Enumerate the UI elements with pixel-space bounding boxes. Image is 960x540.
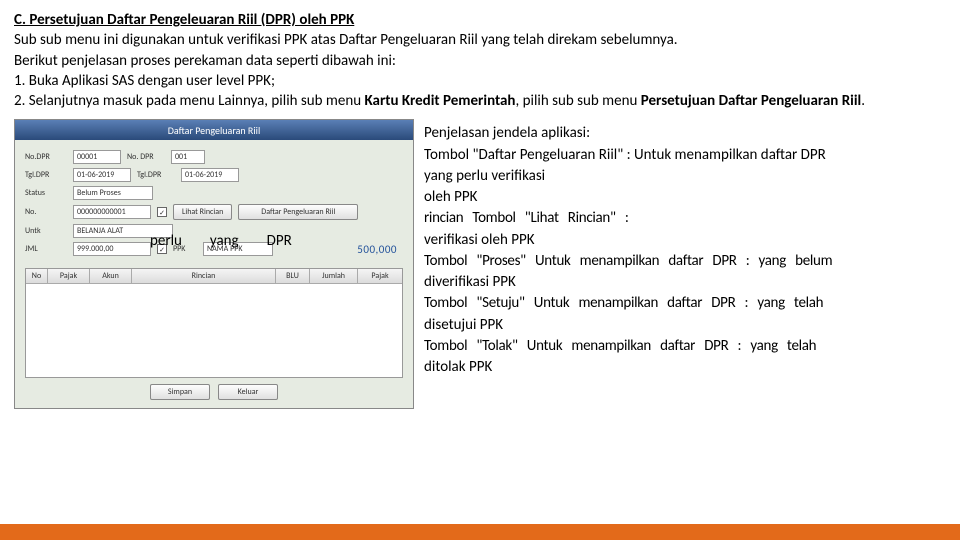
- explanation-block: Penjelasan jendela aplikasi: Tombol "Daf…: [424, 119, 946, 409]
- input-dpr-no2[interactable]: 001: [171, 150, 205, 164]
- explain-l4: oleh PPK: [424, 187, 946, 207]
- input-jml[interactable]: 999.000,00: [73, 242, 151, 256]
- window-title: Daftar Pengeluaran Riil: [168, 124, 261, 137]
- explain-l1: Penjelasan jendela aplikasi:: [424, 123, 946, 143]
- label-tgl: Tgl.DPR: [25, 170, 67, 180]
- input-tgl2[interactable]: 01-06-2019: [181, 168, 239, 182]
- intro-line-1: Sub sub menu ini digunakan untuk verifik…: [14, 30, 946, 50]
- simpan-button[interactable]: Simpan: [150, 384, 210, 400]
- explain-l6: verifikasi oleh PPK: [424, 230, 946, 250]
- input-dpr-no[interactable]: 00001: [73, 150, 121, 164]
- instruction-text: C. Persetujuan Daftar Pengeleuaran Riil …: [0, 0, 960, 115]
- total-value: 500,000: [279, 243, 403, 256]
- col-pajak1: Pajak: [48, 269, 90, 283]
- checkbox-ppk[interactable]: ✓: [157, 244, 167, 254]
- daftar-pengeluaran-button[interactable]: Daftar Pengeluaran Riil: [238, 204, 358, 220]
- explain-l9: Tombol "Setuju" Untuk menampilkan daftar…: [424, 293, 946, 313]
- label-jml: JML: [25, 244, 67, 254]
- input-no[interactable]: 000000000001: [73, 205, 151, 219]
- col-pajak2: Pajak: [358, 269, 402, 283]
- intro-line-3: 1. Buka Aplikasi SAS dengan user level P…: [14, 71, 946, 91]
- input-utk[interactable]: BELANJA ALAT: [73, 224, 173, 238]
- col-blu: BLU: [276, 269, 310, 283]
- explain-l5: rincian Tombol "Lihat Rincian" :: [424, 208, 946, 228]
- window-titlebar: Daftar Pengeluaran Riil: [15, 120, 413, 140]
- col-jumlah: Jumlah: [310, 269, 358, 283]
- explain-l10: disetujui PPK: [424, 315, 946, 335]
- label-dpr-no2: No. DPR: [127, 152, 165, 162]
- label-utk: Untk: [25, 226, 67, 236]
- input-ppk[interactable]: NAMA PPK: [203, 242, 273, 256]
- intro-line-4: 2. Selanjutnya masuk pada menu Lainnya, …: [14, 91, 946, 111]
- label-status: Status: [25, 188, 67, 198]
- col-rincian: Rincian: [132, 269, 276, 283]
- section-heading: C. Persetujuan Daftar Pengeleuaran Riil …: [14, 11, 354, 29]
- explain-l12: ditolak PPK: [424, 357, 946, 377]
- label-dpr-no: No.DPR: [25, 152, 67, 162]
- explain-l3: yang perlu verifikasi: [424, 166, 946, 186]
- explain-l8: diverifikasi PPK: [424, 272, 946, 292]
- col-akun: Akun: [90, 269, 132, 283]
- label-no: No.: [25, 207, 67, 217]
- checkbox-rincian[interactable]: ✓: [157, 207, 167, 217]
- col-no: No: [26, 269, 48, 283]
- input-status[interactable]: Belum Proses: [73, 186, 153, 200]
- footer-accent-bar: [0, 524, 960, 540]
- explain-l11: Tombol "Tolak" Untuk menampilkan daftar …: [424, 336, 946, 356]
- app-screenshot: Daftar Pengeluaran Riil No.DPR 00001 No.…: [14, 119, 414, 409]
- label-ppk: PPK: [173, 244, 197, 254]
- label-tgl2: Tgl.DPR: [137, 170, 175, 180]
- input-tgl[interactable]: 01-06-2019: [73, 168, 131, 182]
- keluar-button[interactable]: Keluar: [218, 384, 278, 400]
- intro-line-2: Berikut penjelasan proses perekaman data…: [14, 51, 946, 71]
- grid-body: [26, 284, 402, 377]
- lihat-rincian-button[interactable]: Lihat Rincian: [173, 204, 232, 220]
- data-grid: No Pajak Akun Rincian BLU Jumlah Pajak: [25, 268, 403, 378]
- explain-l2: Tombol "Daftar Pengeluaran Riil" : Untuk…: [424, 145, 946, 165]
- explain-l7: Tombol "Proses" Untuk menampilkan daftar…: [424, 251, 946, 271]
